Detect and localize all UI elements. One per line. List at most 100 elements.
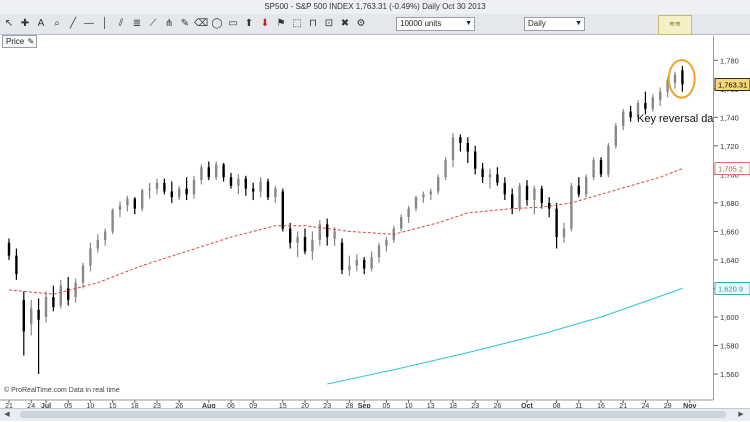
- horizontal-line-tool-icon[interactable]: ―: [82, 17, 96, 31]
- rectangle-tool-icon[interactable]: ▭: [226, 17, 240, 31]
- bar-body: [52, 297, 55, 307]
- bar-body: [185, 188, 188, 195]
- price-bar: [651, 94, 654, 112]
- price-bar: [303, 228, 307, 255]
- bar-body: [614, 125, 617, 146]
- gann-fan-tool-icon[interactable]: ⟋: [146, 17, 160, 31]
- bar-body: [555, 208, 558, 238]
- bar-body: [585, 177, 588, 195]
- bar-body: [281, 191, 284, 229]
- scroll-right-icon[interactable]: ▶: [736, 410, 746, 420]
- bar-body: [59, 285, 62, 306]
- bar-body: [355, 259, 358, 266]
- price-tick-label: 1,720: [720, 142, 739, 151]
- price-bar: [215, 161, 218, 181]
- bar-body: [481, 168, 484, 178]
- price-bar: [533, 185, 536, 215]
- price-bar: [192, 175, 196, 199]
- brush-tool-icon[interactable]: ✎: [178, 17, 192, 31]
- period-select[interactable]: Daily ▼: [524, 17, 585, 31]
- price-bar: [111, 208, 114, 235]
- bar-body: [141, 190, 144, 209]
- price-bar: [74, 278, 77, 303]
- bar-body: [525, 185, 529, 201]
- price-bar: [163, 178, 166, 195]
- price-bar: [400, 214, 403, 232]
- lock-tool-icon[interactable]: ⊡: [322, 17, 336, 31]
- price-tick-label: 1,580: [720, 341, 739, 350]
- price-bar: [644, 91, 647, 115]
- magnet-tool-icon[interactable]: ⊓: [306, 17, 320, 31]
- scroll-thumb[interactable]: [20, 411, 726, 418]
- text-tool-icon[interactable]: A: [34, 17, 48, 31]
- bar-body: [348, 265, 351, 270]
- price-bar: [451, 132, 455, 168]
- pitchfork-tool-icon[interactable]: ⋔: [162, 17, 176, 31]
- flag-tool-icon[interactable]: ⚑: [274, 17, 288, 31]
- price-bar: [355, 254, 358, 272]
- bar-body: [474, 151, 477, 169]
- price-bar: [540, 185, 543, 209]
- price-tick-label: 1,680: [720, 199, 739, 208]
- ellipse-tool-icon[interactable]: ◯: [210, 17, 224, 31]
- vertical-line-tool-icon[interactable]: │: [98, 17, 112, 31]
- price-bar: [348, 255, 351, 276]
- bar-body: [252, 188, 255, 192]
- price-bar: [52, 285, 55, 312]
- bar-body: [540, 188, 543, 203]
- price-bar: [229, 172, 233, 189]
- price-bar: [629, 105, 632, 122]
- price-bar: [15, 248, 18, 280]
- horizontal-scrollbar[interactable]: ◀ ▶: [0, 408, 750, 421]
- price-bar: [126, 195, 129, 212]
- bar-body: [533, 188, 536, 201]
- price-bar: [496, 167, 499, 186]
- crosshair-tool-icon[interactable]: ✚: [18, 17, 32, 31]
- price-bar: [200, 164, 203, 185]
- price-chart[interactable]: Key reversal day ? © ProRealTime.com Dat…: [0, 36, 713, 400]
- rectangle-select-icon[interactable]: ⬚: [290, 17, 304, 31]
- units-select[interactable]: 10000 units ▼: [396, 17, 475, 31]
- sell-arrow-icon[interactable]: ⬇: [258, 17, 272, 31]
- channel-tool-icon[interactable]: ⫽: [114, 17, 128, 31]
- scroll-left-icon[interactable]: ◀: [2, 410, 12, 420]
- fibonacci-tool-icon[interactable]: ≣: [130, 17, 144, 31]
- bar-body: [629, 111, 632, 118]
- trendline-tool-icon[interactable]: ╱: [66, 17, 80, 31]
- price-bar: [474, 145, 477, 175]
- price-tick-label: 1,600: [720, 313, 739, 322]
- price-bar: [118, 201, 122, 218]
- price-bar: [377, 242, 381, 263]
- price-axis[interactable]: 1,5601,5801,6001,6201,6401,6601,6801,700…: [713, 36, 750, 400]
- price-bar: [570, 182, 573, 232]
- pointer-tool-icon[interactable]: ↖: [2, 17, 16, 31]
- eraser-tool-icon[interactable]: ⌫: [194, 17, 208, 31]
- zoom-tool-icon[interactable]: ⌕: [50, 17, 64, 31]
- properties-icon[interactable]: ⚙: [354, 17, 368, 31]
- bar-body: [7, 242, 11, 256]
- bar-body: [266, 181, 270, 198]
- bar-body: [215, 164, 218, 178]
- price-bar: [96, 234, 99, 253]
- price-bar: [155, 178, 159, 195]
- price-bar: [555, 202, 558, 249]
- bar-body: [296, 237, 299, 243]
- window-title: SP500 - S&P 500 INDEX 1,763.31 (-0.49%) …: [0, 0, 750, 15]
- price-bar: [503, 177, 506, 201]
- ma2-value-label: 1,620.9: [718, 284, 743, 293]
- bar-body: [222, 164, 225, 178]
- bar-body: [170, 191, 173, 198]
- candle-series: [7, 65, 684, 375]
- buy-arrow-icon[interactable]: ⬆: [242, 17, 256, 31]
- price-bar: [185, 177, 188, 201]
- bar-body: [229, 177, 233, 186]
- bar-body: [318, 224, 321, 240]
- price-bar: [141, 188, 144, 212]
- bar-body: [111, 210, 114, 232]
- delete-drawings-icon[interactable]: ✖: [338, 17, 352, 31]
- bar-body: [437, 177, 440, 192]
- bar-body: [496, 174, 499, 183]
- price-bar: [370, 251, 373, 272]
- bar-body: [259, 181, 262, 192]
- price-bar: [7, 238, 11, 260]
